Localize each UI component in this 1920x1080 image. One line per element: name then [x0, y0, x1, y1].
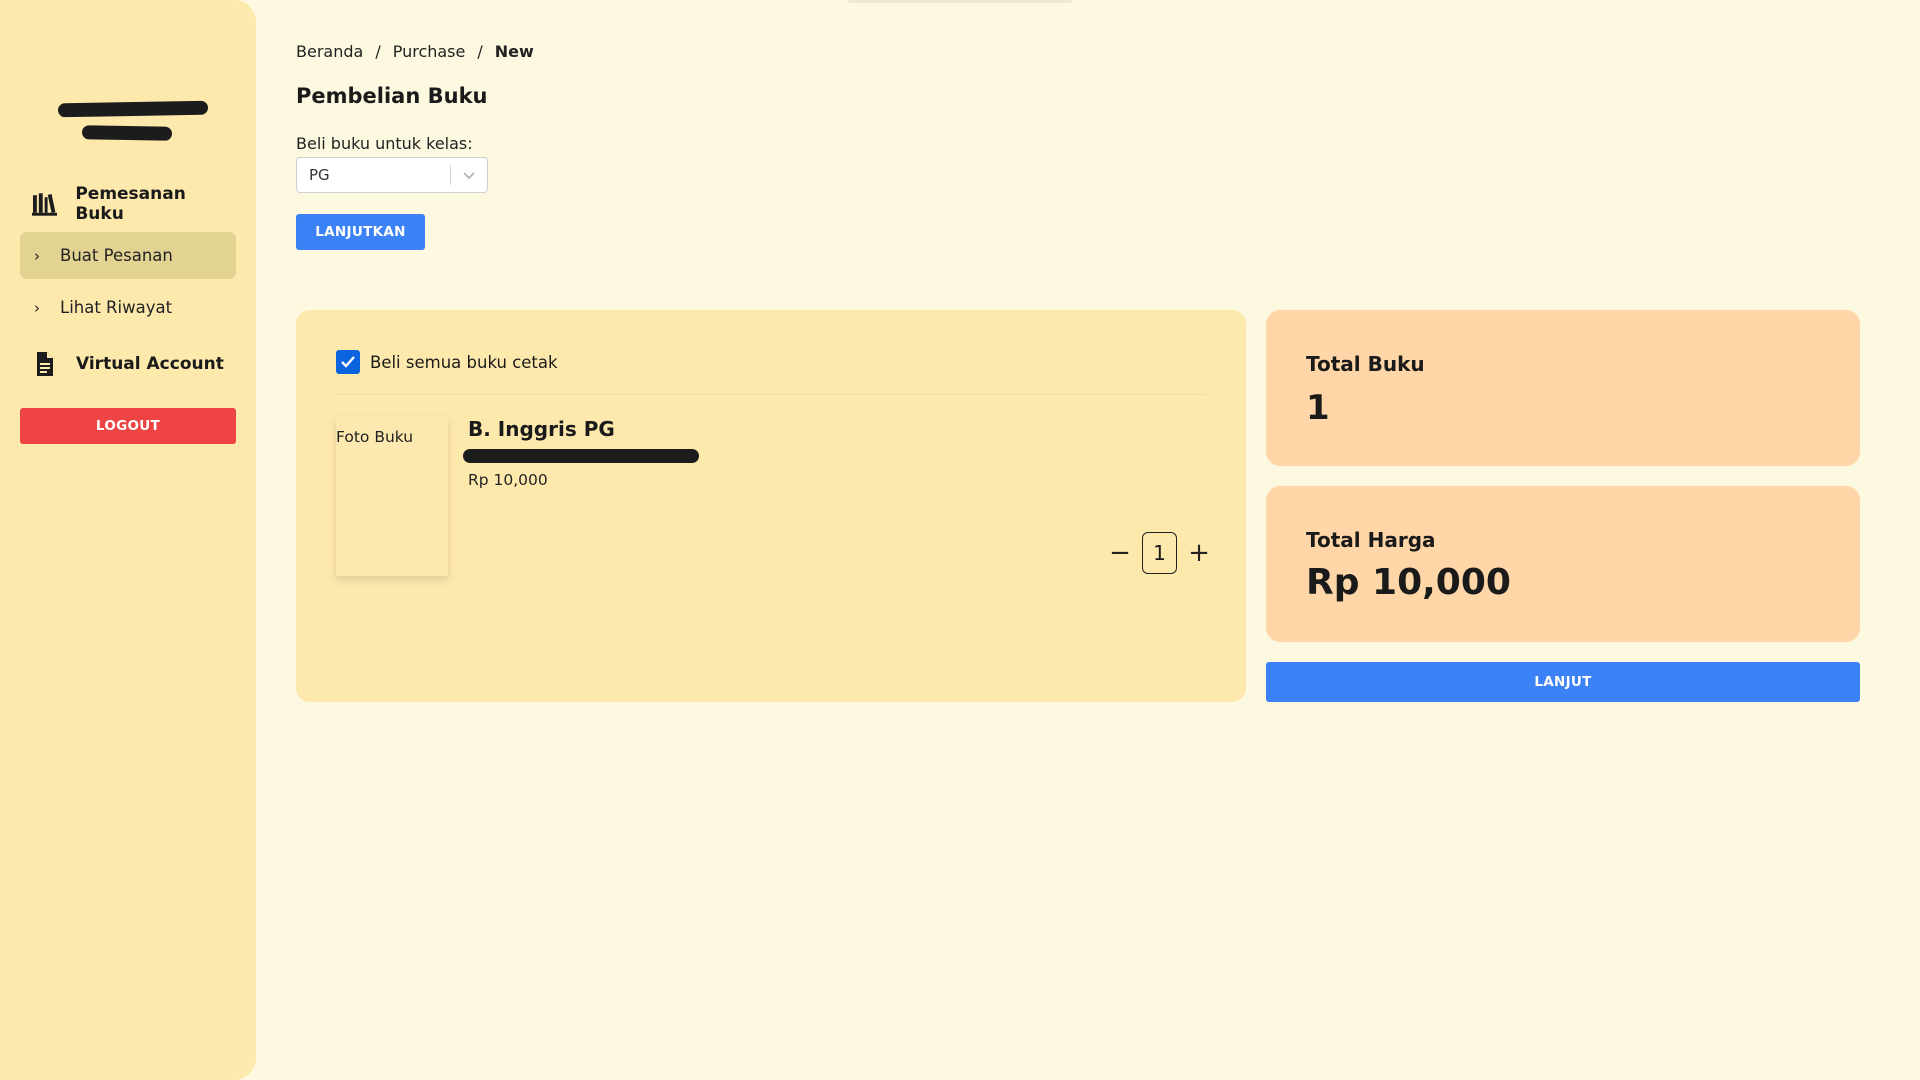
check-icon [341, 356, 355, 368]
sidebar-item-label: Buat Pesanan [60, 246, 173, 265]
logout-button[interactable]: LOGOUT [20, 408, 236, 444]
total-books-label: Total Buku [1306, 352, 1425, 376]
total-books-card: Total Buku 1 [1266, 310, 1860, 466]
continue-button[interactable]: LANJUTKAN [296, 214, 425, 250]
book-name: B. Inggris PG [468, 417, 615, 441]
page-title: Pembelian Buku [296, 84, 488, 108]
sidebar-item-label: Lihat Riwayat [60, 298, 173, 317]
sidebar: Pemesanan Buku › Buat Pesanan › Lihat Ri… [0, 0, 256, 1080]
minus-icon[interactable]: − [1108, 538, 1132, 568]
logo-redacted [56, 98, 210, 148]
breadcrumb: Beranda / Purchase / New [296, 42, 534, 61]
quantity-value[interactable]: 1 [1142, 532, 1177, 574]
nav-section-virtual-account[interactable]: Virtual Account [20, 344, 236, 384]
breadcrumb-separator: / [477, 42, 483, 61]
book-photo: Foto Buku [336, 416, 448, 576]
nav-section-label: Virtual Account [76, 354, 224, 374]
total-price-label: Total Harga [1306, 528, 1436, 552]
sidebar-item-buat-pesanan[interactable]: › Buat Pesanan [20, 232, 236, 279]
class-select-label: Beli buku untuk kelas: [296, 134, 473, 153]
breadcrumb-current: New [494, 42, 534, 61]
class-select-value: PG [309, 166, 330, 184]
nav-section-pemesanan-buku[interactable]: Pemesanan Buku [20, 184, 236, 224]
breadcrumb-beranda[interactable]: Beranda [296, 42, 363, 61]
books-icon [32, 193, 58, 216]
chevron-right-icon: › [34, 298, 40, 317]
document-icon [37, 352, 53, 376]
total-books-value: 1 [1306, 388, 1330, 428]
sidebar-item-lihat-riwayat[interactable]: › Lihat Riwayat [20, 284, 236, 331]
select-all-row[interactable]: Beli semua buku cetak [336, 350, 558, 374]
plus-icon[interactable]: + [1187, 538, 1211, 568]
divider [336, 394, 1206, 395]
quantity-stepper: − 1 + [1108, 532, 1211, 574]
chevron-right-icon: › [34, 246, 40, 265]
class-select[interactable]: PG [296, 157, 488, 193]
redacted-text [463, 449, 699, 463]
top-handle [848, 0, 1072, 3]
total-price-value: Rp 10,000 [1306, 562, 1511, 603]
next-button[interactable]: LANJUT [1266, 662, 1860, 702]
select-all-checkbox[interactable] [336, 350, 360, 374]
chevron-down-icon[interactable] [451, 168, 487, 182]
nav-section-label: Pemesanan Buku [75, 184, 186, 224]
breadcrumb-purchase[interactable]: Purchase [393, 42, 466, 61]
total-price-card: Total Harga Rp 10,000 [1266, 486, 1860, 642]
select-all-label: Beli semua buku cetak [370, 352, 558, 372]
book-price: Rp 10,000 [468, 471, 548, 489]
breadcrumb-separator: / [375, 42, 381, 61]
book-list-card: Beli semua buku cetak Foto Buku B. Inggr… [296, 310, 1246, 702]
